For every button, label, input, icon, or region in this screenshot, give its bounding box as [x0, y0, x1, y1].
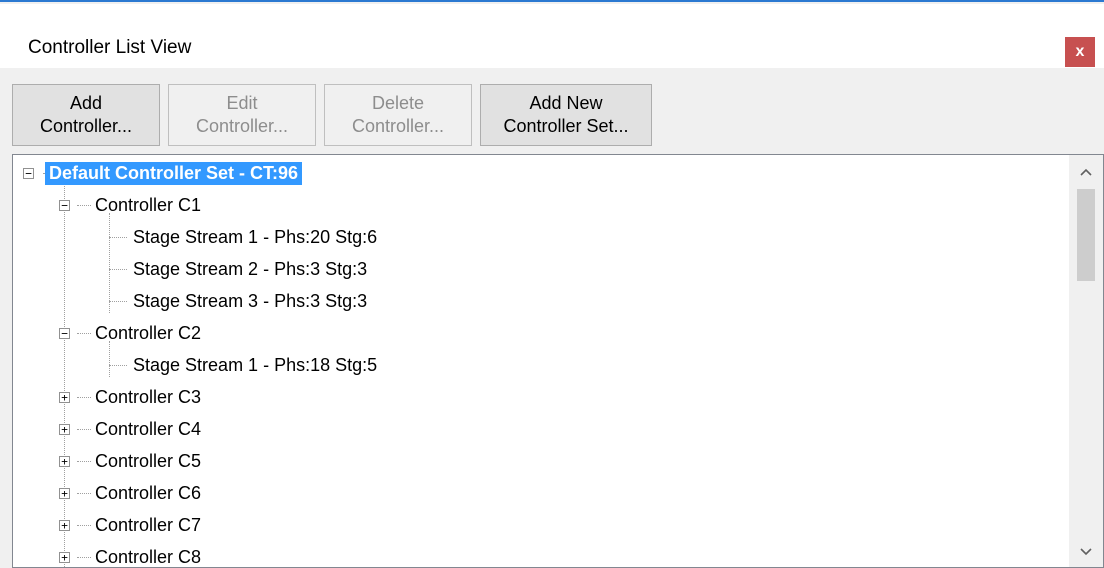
collapse-icon[interactable]: −	[59, 200, 70, 211]
close-icon: x	[1075, 43, 1085, 60]
tree-connector-h	[109, 237, 127, 238]
collapse-icon[interactable]: −	[23, 168, 34, 179]
tree-item-label: Controller C3	[95, 386, 202, 407]
add-controller-set-label-line1: Add New	[529, 93, 603, 113]
add-controller-set-button[interactable]: Add New Controller Set...	[480, 84, 652, 146]
tree-connector-h	[109, 269, 127, 270]
tree-connector-h	[109, 301, 127, 302]
chevron-down-icon	[1080, 548, 1092, 556]
tree-root-row[interactable]: − Default Controller Set - CT:96	[19, 157, 303, 189]
delete-controller-button[interactable]: Delete Controller...	[324, 84, 472, 146]
tree-item-stage-stream[interactable]: Stage Stream 3 - Phs:3 Stg:3	[133, 285, 367, 317]
tree-item-controller-c4[interactable]: + Controller C4	[59, 413, 201, 445]
tree-item-label: Controller C2	[95, 322, 202, 343]
tree-item-label: Controller C4	[95, 418, 202, 439]
tree-item-controller-c6[interactable]: + Controller C6	[59, 477, 201, 509]
close-button[interactable]: x	[1065, 37, 1095, 67]
tree-item-label: Controller C6	[95, 482, 202, 503]
tree-connector-c1	[109, 213, 110, 313]
tree-item-stage-stream[interactable]: Stage Stream 1 - Phs:20 Stg:6	[133, 221, 377, 253]
title-bar: Controller List View x	[0, 4, 1104, 68]
tree-item-label: Stage Stream 1 - Phs:18 Stg:5	[133, 354, 378, 375]
add-controller-label-line1: Add	[69, 93, 103, 113]
tree-root-label: Default Controller Set - CT:96	[45, 161, 303, 185]
tree-item-label: Controller C8	[95, 546, 202, 567]
tree-item-label: Stage Stream 3 - Phs:3 Stg:3	[133, 290, 368, 311]
tree-item-controller-c8[interactable]: + Controller C8	[59, 541, 202, 567]
tree-item-controller-c1[interactable]: − Controller C1	[59, 189, 201, 221]
collapse-icon[interactable]: −	[59, 328, 70, 339]
controller-list-window: Controller List View x Add Controller...…	[0, 0, 1104, 568]
window-title: Controller List View	[28, 37, 192, 58]
scroll-up-button[interactable]	[1069, 155, 1103, 189]
tree-item-controller-c2[interactable]: − Controller C2	[59, 317, 201, 349]
add-controller-set-label-line2: Controller Set...	[503, 116, 629, 136]
tree-item-label: Stage Stream 1 - Phs:20 Stg:6	[133, 226, 378, 247]
scroll-thumb[interactable]	[1077, 189, 1095, 281]
expand-icon[interactable]: +	[59, 520, 70, 531]
expand-icon[interactable]: +	[59, 456, 70, 467]
tree-item-controller-c7[interactable]: + Controller C7	[59, 509, 201, 541]
scroll-down-button[interactable]	[1069, 535, 1103, 567]
expand-icon[interactable]: +	[59, 424, 70, 435]
expand-icon[interactable]: +	[59, 552, 70, 563]
controller-tree[interactable]: − Default Controller Set - CT:96 − Contr…	[12, 154, 1104, 568]
tree-item-label: Controller C7	[95, 514, 202, 535]
tree-item-label: Controller C1	[95, 194, 202, 215]
tree-item-stage-stream[interactable]: Stage Stream 1 - Phs:18 Stg:5	[133, 349, 377, 381]
expand-icon[interactable]: +	[59, 488, 70, 499]
add-controller-button[interactable]: Add Controller...	[12, 84, 160, 146]
chevron-up-icon	[1080, 168, 1092, 176]
tree-item-label: Controller C5	[95, 450, 202, 471]
toolbar: Add Controller... Edit Controller... Del…	[0, 68, 1104, 154]
delete-controller-label-line1: Delete	[371, 93, 425, 113]
edit-controller-label-line1: Edit	[226, 93, 258, 113]
tree-item-controller-c3[interactable]: + Controller C3	[59, 381, 201, 413]
tree-connector-h	[109, 365, 127, 366]
edit-controller-label-line2: Controller...	[195, 116, 289, 136]
tree-item-stage-stream[interactable]: Stage Stream 2 - Phs:3 Stg:3	[133, 253, 367, 285]
tree-item-controller-c5[interactable]: + Controller C5	[59, 445, 201, 477]
edit-controller-button[interactable]: Edit Controller...	[168, 84, 316, 146]
expand-icon[interactable]: +	[59, 392, 70, 403]
add-controller-label-line2: Controller...	[39, 116, 133, 136]
tree-item-label: Stage Stream 2 - Phs:3 Stg:3	[133, 258, 368, 279]
vertical-scrollbar[interactable]	[1069, 155, 1103, 567]
delete-controller-label-line2: Controller...	[351, 116, 445, 136]
